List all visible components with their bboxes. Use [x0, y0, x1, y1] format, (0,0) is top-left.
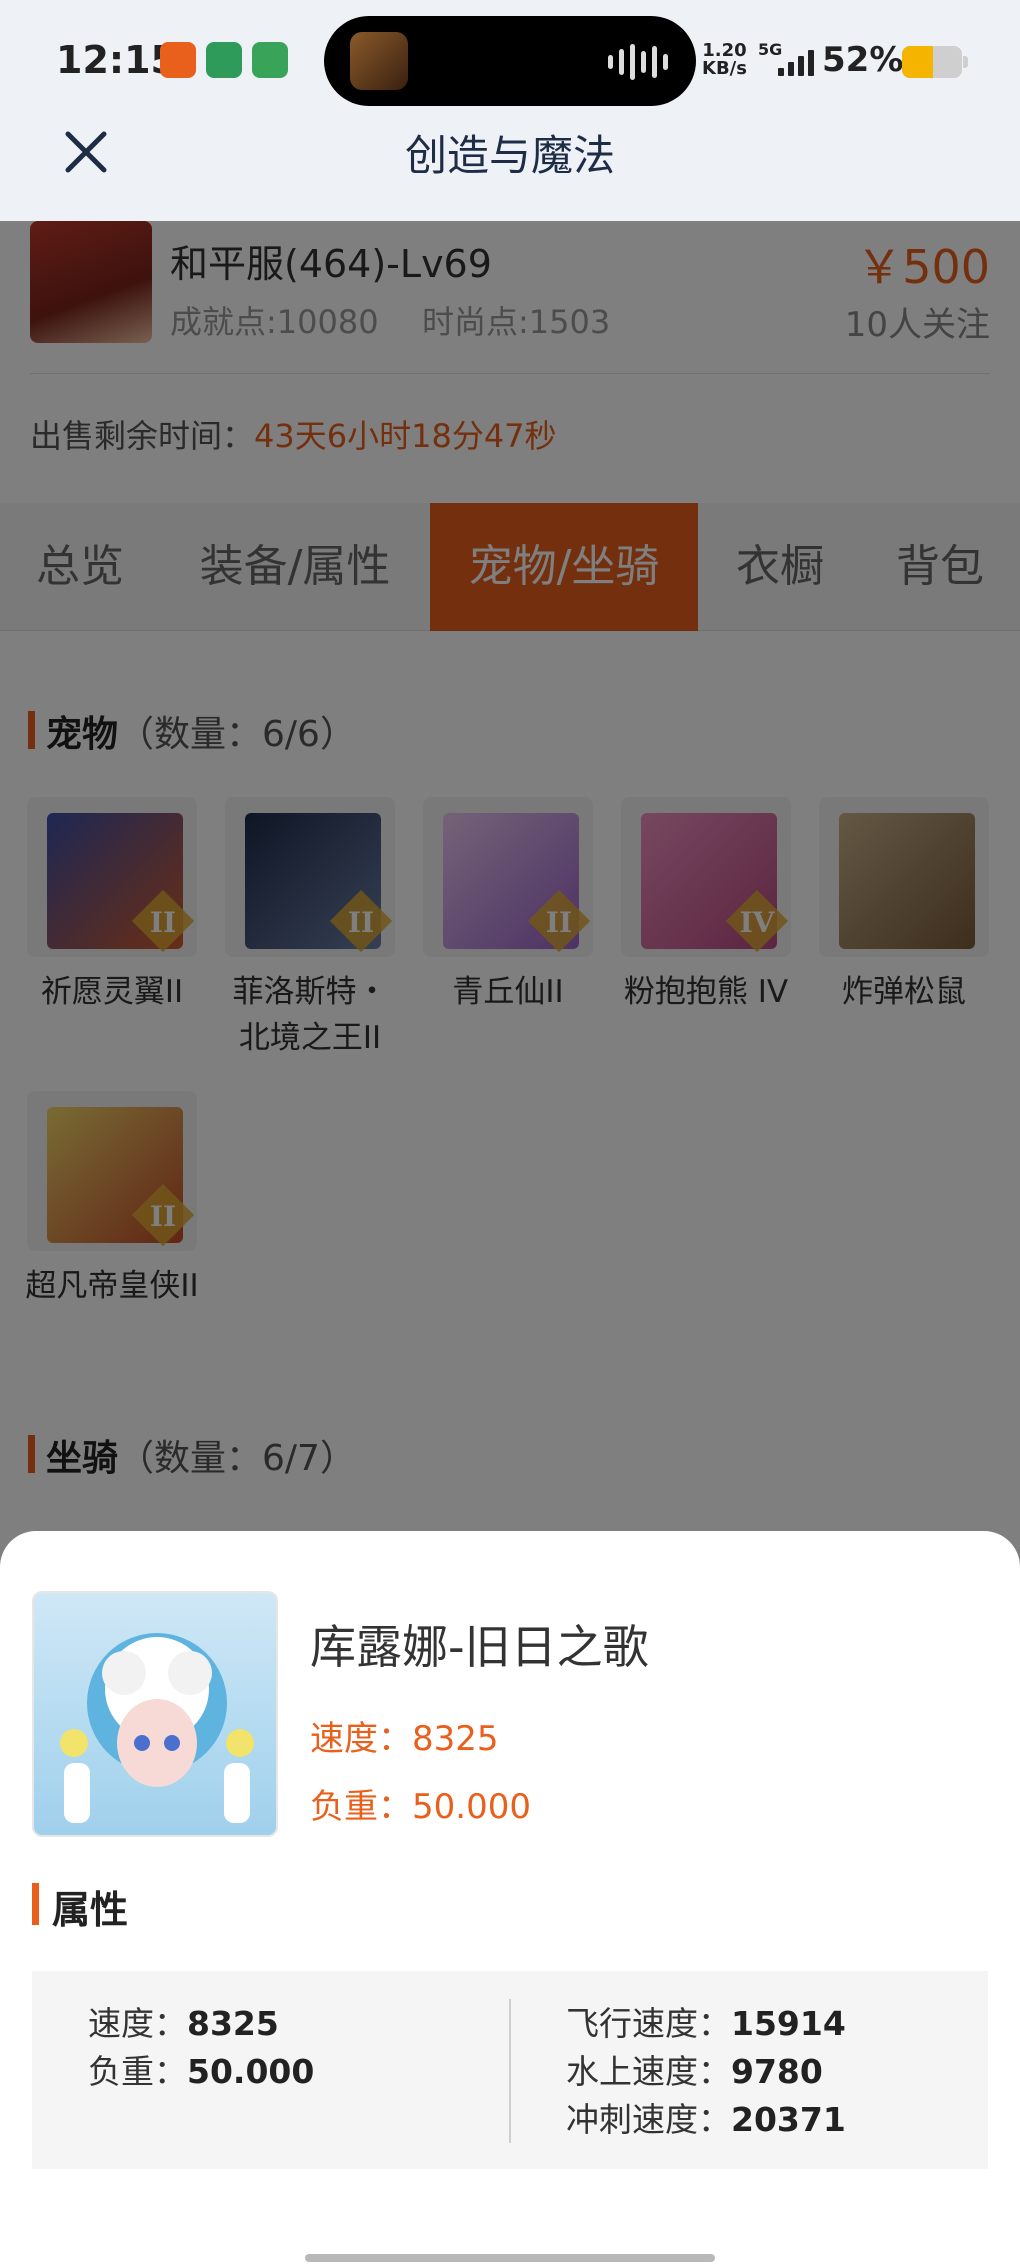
attributes-title: 属性 [32, 1879, 128, 1934]
app-notification-icon [252, 42, 288, 78]
battery-tip [963, 56, 968, 68]
top-bar: 12:15 1.20 KB/s 5G 52% 创造与魔法 [0, 0, 1020, 221]
attr-load: 负重：50.000 [88, 2045, 314, 2093]
game-thumbnail-icon [350, 32, 408, 90]
mount-speed: 速度：8325 [310, 1719, 499, 1759]
battery-percent: 52% [822, 40, 904, 80]
mount-image [32, 1591, 278, 1837]
attr-water-speed: 水上速度：9780 [566, 2045, 823, 2093]
attr-speed: 速度：8325 [88, 1997, 279, 2045]
page-title: 创造与魔法 [404, 131, 615, 180]
attr-value: 15914 [731, 2004, 846, 2043]
home-indicator[interactable] [305, 2254, 715, 2262]
audio-wave-icon [608, 44, 668, 80]
attr-label: 速度： [88, 2004, 187, 2043]
attributes-panel: 速度：8325 负重：50.000 飞行速度：15914 水上速度：9780 冲… [32, 1971, 988, 2169]
attr-value: 50.000 [187, 2052, 315, 2091]
status-bar: 12:15 1.20 KB/s 5G 52% [0, 0, 1020, 120]
network-speed: 1.20 KB/s [702, 42, 747, 78]
mount-name: 库露娜-旧日之歌 [310, 1620, 649, 1674]
dynamic-island[interactable] [324, 16, 696, 106]
app-notification-icon [206, 42, 242, 78]
header: 创造与魔法 [0, 110, 1020, 221]
attr-separator [509, 1999, 511, 2143]
app-notification-icon [160, 42, 196, 78]
attr-label: 冲刺速度： [566, 2100, 731, 2139]
attr-value: 20371 [731, 2100, 846, 2139]
attr-dash-speed: 冲刺速度：20371 [566, 2093, 846, 2141]
mount-portrait-icon [60, 1633, 254, 1823]
battery-level [902, 46, 934, 78]
notification-icons [160, 42, 288, 78]
battery-icon [902, 46, 962, 78]
attr-value: 8325 [187, 2004, 279, 2043]
status-time: 12:15 [56, 38, 177, 82]
attr-label: 飞行速度： [566, 2004, 731, 2043]
signal-bars-icon [778, 50, 814, 76]
attr-flight-speed: 飞行速度：15914 [566, 1997, 846, 2045]
attr-label: 水上速度： [566, 2052, 731, 2091]
mount-load: 负重：50.000 [310, 1787, 531, 1827]
attr-value: 9780 [731, 2052, 823, 2091]
network-speed-unit: KB/s [702, 58, 747, 79]
mount-detail-sheet: 库露娜-旧日之歌 速度：8325 负重：50.000 属性 速度：8325 负重… [0, 1531, 1020, 2267]
attr-label: 负重： [88, 2052, 187, 2091]
